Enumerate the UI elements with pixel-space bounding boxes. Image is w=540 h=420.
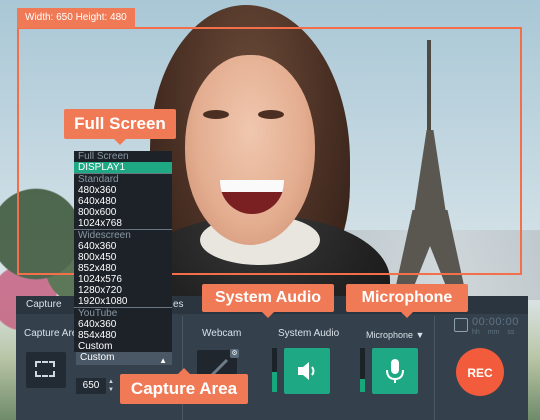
microphone-level-meter [360, 348, 365, 392]
dropdown-option[interactable]: 1024x768 [74, 218, 172, 229]
capture-area-select[interactable]: Custom ▲ [76, 351, 172, 365]
microphone-icon [386, 359, 404, 383]
webcam-label: Webcam [202, 328, 242, 339]
dropdown-option[interactable]: DISPLAY1 [74, 162, 172, 173]
chevron-up-icon: ▲ [159, 356, 167, 365]
tab-capture[interactable]: Capture [26, 296, 62, 314]
dropdown-option[interactable]: 640x360 [74, 319, 172, 330]
tab-effects[interactable]: es [173, 296, 184, 314]
dropdown-option[interactable]: 852x480 [74, 263, 172, 274]
gear-icon[interactable]: ⚙ [230, 349, 239, 358]
callout-microphone: Microphone [346, 284, 468, 318]
callout-full-screen: Full Screen [64, 109, 176, 145]
microphone-toggle[interactable] [372, 348, 418, 394]
rec-button[interactable]: REC [456, 348, 504, 396]
chevron-down-icon: ▼ [415, 330, 425, 340]
divider [434, 316, 435, 420]
speaker-icon [298, 362, 315, 380]
capture-area-icon [35, 361, 55, 377]
width-input[interactable]: 650 [76, 378, 106, 394]
capture-area-button[interactable] [26, 352, 66, 388]
system-audio-level-meter [272, 348, 277, 392]
callout-capture-area: Capture Area [120, 368, 248, 404]
system-audio-label: System Audio [278, 328, 340, 339]
dropdown-option[interactable]: 800x600 [74, 207, 172, 218]
dropdown-option[interactable]: Custom [74, 341, 172, 352]
capture-area-select-value: Custom [80, 352, 115, 363]
timer-digits: 00:00:00 [472, 316, 519, 328]
dropdown-option[interactable]: 1920x1080 [74, 296, 172, 307]
dropdown-group-header: YouTube [74, 307, 172, 319]
dropdown-option[interactable]: 800x450 [74, 252, 172, 263]
system-audio-toggle[interactable] [284, 348, 330, 394]
callout-system-audio: System Audio [202, 284, 334, 318]
capture-area-dropdown[interactable]: Full Screen DISPLAY1 Standard 480x360 640x48… [74, 151, 172, 352]
microphone-label[interactable]: Microphone ▼ [366, 330, 424, 340]
capture-scene: Width: 650 Height: 480 Capture es Captur… [0, 0, 540, 420]
timer: 00:00:00 hh mm ss [454, 316, 524, 338]
dropdown-option[interactable]: 1280x720 [74, 285, 172, 296]
width-stepper[interactable]: ▲ ▼ [106, 378, 116, 394]
dropdown-group-header: Full Screen [78, 151, 129, 162]
dimensions-tag: Width: 650 Height: 480 [17, 8, 135, 28]
timer-units: hh mm ss [472, 329, 515, 336]
dropdown-option[interactable]: 480x360 [74, 185, 172, 196]
microphone-label-text: Microphone [366, 330, 414, 340]
dropdown-option[interactable]: 640x360 [74, 241, 172, 252]
dropdown-option[interactable]: 640x480 [74, 196, 172, 207]
capture-area-label: Capture Are [24, 328, 78, 339]
dropdown-group-header: Standard [74, 173, 172, 185]
dropdown-option[interactable]: 854x480 [74, 330, 172, 341]
dropdown-option[interactable]: 1024x576 [74, 274, 172, 285]
dropdown-group-header: Widescreen [74, 229, 172, 241]
clock-icon [454, 318, 468, 332]
